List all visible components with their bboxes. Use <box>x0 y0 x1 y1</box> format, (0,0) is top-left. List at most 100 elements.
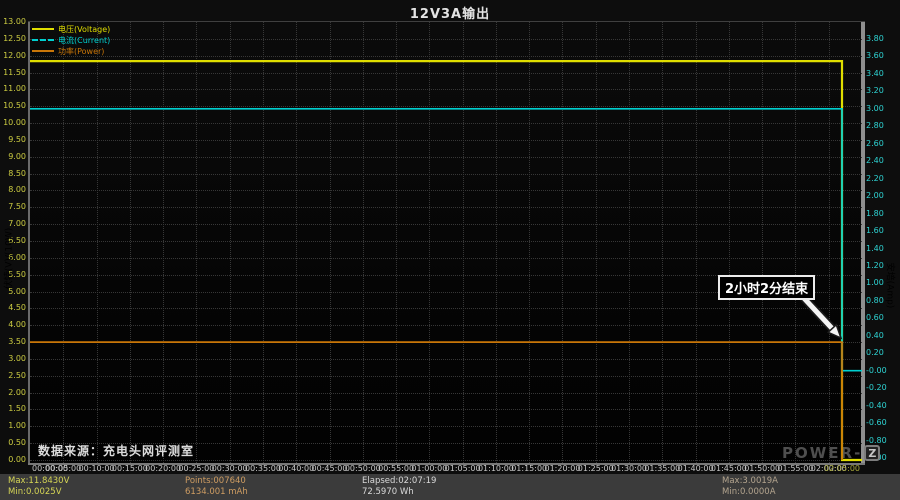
x-axis-tick-label: 00:40:00 <box>278 464 314 473</box>
status-value: Min:0.0025V <box>8 487 69 498</box>
left-axis-tick-label: 1.50 <box>0 404 26 413</box>
right-axis-tick-label: -0.00 <box>866 366 887 375</box>
left-axis-tick-label: 9.50 <box>0 135 26 144</box>
x-axis-tick-label: 00:50:00 <box>345 464 381 473</box>
right-axis-tick-label: 3.60 <box>866 51 884 60</box>
v-gridline <box>662 22 663 463</box>
data-source-watermark: 数据来源：充电头网评测室 <box>38 442 194 459</box>
status-column-0: Max:11.8430VMin:0.0025V <box>8 476 69 498</box>
h-gridline <box>30 157 862 158</box>
left-axis-tick-label: 9.00 <box>0 152 26 161</box>
v-gridline <box>330 22 331 463</box>
status-value: Max:3.0019A <box>722 476 778 487</box>
x-axis-tick-label: 00:35:00 <box>245 464 281 473</box>
right-axis-tick-label: 1.60 <box>866 226 884 235</box>
h-gridline <box>30 258 862 259</box>
right-axis-tick-label: -0.60 <box>866 418 887 427</box>
left-axis-tick-label: 4.00 <box>0 320 26 329</box>
right-axis-tick-label: 2.00 <box>866 191 884 200</box>
v-gridline <box>429 22 430 463</box>
v-gridline <box>63 22 64 463</box>
v-gridline <box>829 22 830 463</box>
logo-z-badge: Z <box>864 445 880 461</box>
x-axis-tick-label: 00:55:00 <box>378 464 414 473</box>
status-column-3: Max:3.0019AMin:0.0000A <box>722 476 778 498</box>
right-axis-tick-label: -0.20 <box>866 383 887 392</box>
h-gridline <box>30 376 862 377</box>
h-gridline <box>30 241 862 242</box>
v-gridline <box>696 22 697 463</box>
v-gridline <box>529 22 530 463</box>
v-gridline <box>196 22 197 463</box>
x-axis-tick-label: 01:25:00 <box>578 464 614 473</box>
v-gridline <box>163 22 164 463</box>
legend: 电压(Voltage)电流(Current)功率(Power) <box>32 24 110 57</box>
v-gridline <box>396 22 397 463</box>
v-gridline <box>296 22 297 463</box>
x-axis-tick-label: 01:10:00 <box>478 464 514 473</box>
status-value: Elapsed:02:07:19 <box>362 476 436 487</box>
right-axis-tick-label: 2.40 <box>866 156 884 165</box>
v-gridline <box>463 22 464 463</box>
legend-item[interactable]: 功率(Power) <box>32 46 110 56</box>
legend-item-label: 电压(Voltage) <box>58 24 110 35</box>
v-gridline <box>629 22 630 463</box>
x-axis-tick-label: 00:10:00 <box>79 464 115 473</box>
h-gridline <box>30 89 862 90</box>
right-axis-tick-label: 0.40 <box>866 331 884 340</box>
legend-item-label: 功率(Power) <box>58 46 104 57</box>
status-value: Points:007640 <box>185 476 248 487</box>
right-axis-tick-label: 3.00 <box>866 104 884 113</box>
left-axis-tick-label: 3.00 <box>0 354 26 363</box>
left-axis-tick-label: 11.00 <box>0 84 26 93</box>
x-axis-tick-label: 01:15:00 <box>511 464 547 473</box>
left-axis-tick-label: 12.50 <box>0 34 26 43</box>
legend-line-sample <box>32 28 54 30</box>
v-gridline <box>795 22 796 463</box>
right-axis-tick-label: 3.40 <box>866 69 884 78</box>
v-gridline <box>729 22 730 463</box>
status-value: Max:11.8430V <box>8 476 69 487</box>
plot-area[interactable] <box>30 22 862 463</box>
left-axis-title: 伏特(V)/(10W) <box>2 224 15 294</box>
v-gridline <box>230 22 231 463</box>
right-axis-tick-label: 2.80 <box>866 121 884 130</box>
left-axis-tick-label: 4.50 <box>0 303 26 312</box>
x-axis-tick-label: 00:25:00 <box>178 464 214 473</box>
x-axis-tick-label: 01:05:00 <box>445 464 481 473</box>
x-axis-tick-label: 01:00:00 <box>411 464 447 473</box>
chart-window: 12V3A输出 13.0012.5012.0011.5011.0010.5010… <box>0 0 900 500</box>
h-gridline <box>30 106 862 107</box>
h-gridline <box>30 140 862 141</box>
left-axis-tick-label: 10.50 <box>0 101 26 110</box>
h-gridline <box>30 342 862 343</box>
legend-item[interactable]: 电压(Voltage) <box>32 24 110 34</box>
x-axis-tick-label: 00:20:00 <box>145 464 181 473</box>
v-gridline <box>263 22 264 463</box>
right-axis-tick-label: 1.20 <box>866 261 884 270</box>
chart-title: 12V3A输出 <box>0 3 900 22</box>
right-axis-tick-label: 3.20 <box>866 86 884 95</box>
left-axis-tick-label: 11.50 <box>0 68 26 77</box>
logo-separator: - <box>854 444 862 462</box>
x-axis-tick-label: 01:40:00 <box>678 464 714 473</box>
v-gridline <box>596 22 597 463</box>
v-gridline <box>496 22 497 463</box>
h-gridline <box>30 207 862 208</box>
legend-item[interactable]: 电流(Current) <box>32 35 110 45</box>
right-axis-tick-label: 1.40 <box>866 244 884 253</box>
status-column-2: Elapsed:02:07:1972.5970 Wh <box>362 476 436 498</box>
legend-line-sample <box>32 39 54 41</box>
right-axis-tick-label: 3.80 <box>866 34 884 43</box>
h-gridline <box>30 325 862 326</box>
v-gridline <box>97 22 98 463</box>
h-gridline <box>30 123 862 124</box>
h-gridline <box>30 56 862 57</box>
h-gridline <box>30 460 862 461</box>
left-axis-tick-label: 8.00 <box>0 185 26 194</box>
h-gridline <box>30 393 862 394</box>
x-axis-tick-label: 01:55:00 <box>777 464 813 473</box>
x-axis-tick-label: 01:20:00 <box>545 464 581 473</box>
h-gridline <box>30 174 862 175</box>
x-axis-tick-label: 01:35:00 <box>644 464 680 473</box>
